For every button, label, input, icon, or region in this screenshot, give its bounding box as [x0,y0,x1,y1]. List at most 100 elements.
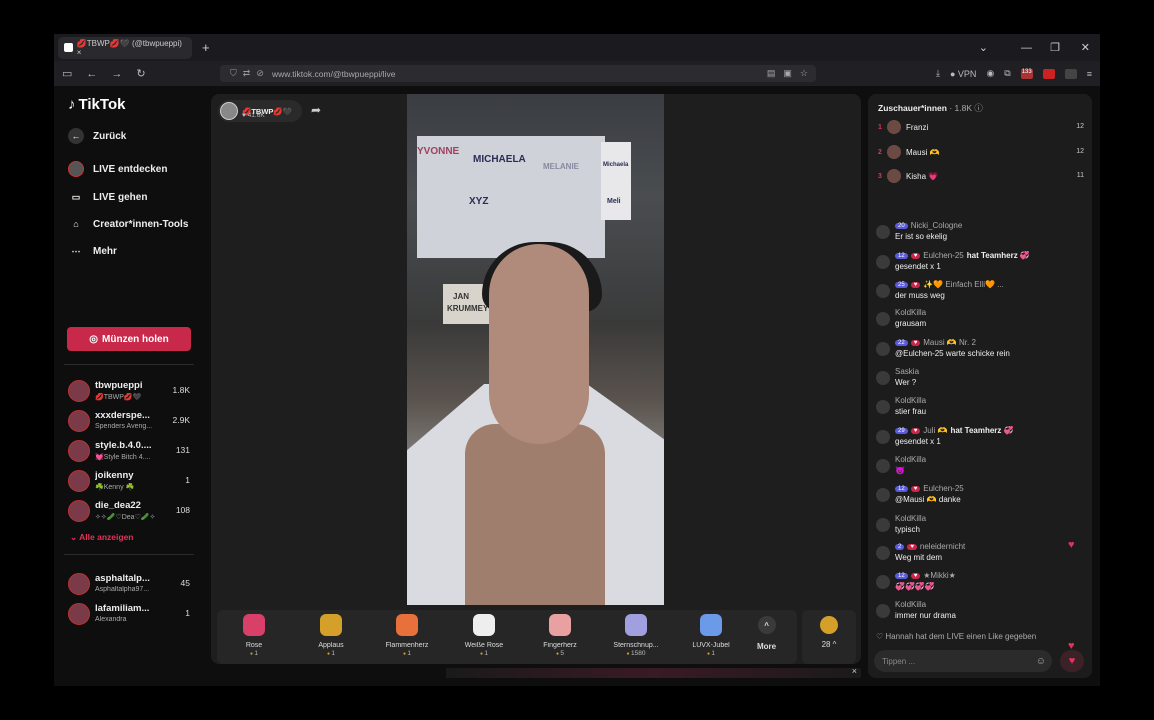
avatar[interactable] [876,575,890,589]
chat-user-line[interactable]: 12 ♥ Eulchen-25 [895,484,1085,493]
bookmark-star-icon[interactable]: ☆ [800,68,808,79]
reader-view-icon[interactable]: ▤ [767,68,776,79]
avatar [68,603,90,625]
top-viewer-item[interactable]: 1 Franzi 12 [878,120,1084,138]
gift-white-rose[interactable]: Weiße Rose 1 [453,614,515,657]
share-icon[interactable]: ➦ [311,103,321,117]
gift-bar: Rose 1 Applaus 1 Flammenherz 1 Weiße Ros… [217,610,797,664]
sidebar-item-creator-tools[interactable]: ⌂ Creator*innen-Tools [68,216,188,232]
account-sub: ☘️Kenny ☘️ [95,484,135,491]
following-account-item[interactable]: lafamiliam... Alexandra 1 [68,601,190,627]
tiktok-logo[interactable]: ♪ TikTok [68,96,125,113]
emoji-icon[interactable]: ☺ [1036,656,1046,667]
gift-shooting-star[interactable]: Sternschnup... 1580 [605,614,667,657]
live-account-item[interactable]: style.b.4.0.... 💓Style Bitch 4.... 131 [68,438,190,464]
new-tab-button[interactable]: + [202,40,210,55]
info-icon[interactable]: ⓘ [974,103,983,113]
vpn-label: VPN [957,68,977,79]
pip-icon[interactable]: ▣ [783,68,792,79]
minimize-button[interactable]: — [1021,34,1032,61]
viewer-count: 2.9K [172,415,191,425]
back-link[interactable]: ← Zurück [68,128,126,144]
avatar[interactable] [876,518,890,532]
avatar[interactable] [876,371,890,385]
avatar[interactable] [876,312,890,326]
avatar[interactable] [876,459,890,473]
get-coins-button[interactable]: ◎ Münzen holen [67,327,191,351]
flame-heart-icon [396,614,418,636]
like-button[interactable]: ♥ [1060,650,1084,672]
level-badge: 12 [895,486,908,492]
tab-list-icon[interactable]: ⌄ [979,34,988,61]
chat-user-line[interactable]: KoldKilla [895,308,1085,317]
back-arrow-icon[interactable]: ← [86,68,97,80]
chat-user-line[interactable]: KoldKilla [895,396,1085,405]
sidebar-item-more[interactable]: ⋯ Mehr [68,243,117,259]
permissions-icon[interactable]: ⇄ [243,68,251,79]
avatar[interactable] [876,488,890,502]
chat-user-line[interactable]: 20 Nicki_Cologne [895,221,1085,230]
chat-input[interactable]: Tippen ... ☺ [874,650,1052,672]
sidebar-item-live-discover[interactable]: LIVE entdecken [68,161,167,177]
chat-user-line[interactable]: 25 ♥ ✨🧡 Einfach Elli🧡 ... [895,280,1085,289]
avatar[interactable] [876,604,890,618]
close-banner-button[interactable]: × [852,666,857,676]
vpn-button[interactable]: ● VPN [950,69,976,79]
reload-icon[interactable]: ↻ [136,67,145,80]
avatar[interactable] [876,400,890,414]
gift-rose[interactable]: Rose 1 [223,614,285,657]
live-video[interactable]: YVONNE MICHAELA MELANIE XYZ Michaela Mel… [407,94,664,605]
chat-user-line[interactable]: 22 ♥ Mausi 🫶 Nr. 2 [895,338,1085,347]
tracking-icon[interactable]: ⊘ [256,68,264,79]
avatar[interactable] [876,342,890,356]
gift-flame-heart[interactable]: Flammenherz 1 [376,614,438,657]
sidebar-toggle-icon[interactable]: ▭ [62,67,72,80]
account-icon[interactable]: ◉ [986,68,994,79]
extensions-icon[interactable]: ⧉ [1004,68,1010,79]
extension-dark-icon[interactable] [1064,68,1077,79]
chat-user-line[interactable]: KoldKilla [895,600,1085,609]
chat-user-line[interactable]: KoldKilla [895,514,1085,523]
menu-icon[interactable]: ≡ [1087,69,1092,79]
maximize-button[interactable]: ❐ [1050,34,1060,61]
avatar[interactable] [876,284,890,298]
forward-arrow-icon[interactable]: → [111,68,122,80]
address-bar[interactable]: ⛉ ⇄ ⊘ www.tiktok.com/@tbwpueppi/live ▤ ▣… [220,65,816,82]
tiktok-page: ♪ TikTok ← Zurück LIVE entdecken ▭ LIVE g… [54,86,1100,686]
extension-badge-icon[interactable]: 133 [1020,68,1033,79]
avatar[interactable] [876,255,890,269]
following-account-item[interactable]: asphaltalp... Asphaltalpha97... 45 [68,571,190,597]
gift-applause[interactable]: Applaus 1 [300,614,362,657]
live-account-item[interactable]: tbwpueppi 💋TBWP💋🖤 1.8K [68,378,190,404]
top-viewer-item[interactable]: 3 Kisha 💗 11 [878,169,1084,187]
coin-balance-button[interactable]: 28 ^ [802,610,856,664]
chat-user-line[interactable]: 12 ♥ Eulchen-25 hat Teamherz 💞 [895,251,1085,260]
chat-user-line[interactable]: 12 ♥ ★Mikki★ [895,571,1085,580]
gift-luvx[interactable]: LUVX-Jubel 1 [680,614,742,657]
download-icon[interactable]: ⤓ [936,68,940,79]
chat-user-line[interactable]: KoldKilla [895,455,1085,464]
account-name: tbwpueppi [95,380,143,391]
top-viewer-item[interactable]: 2 Mausi 🫶 12 [878,145,1084,163]
close-window-button[interactable]: ✕ [1081,34,1090,61]
browser-tab[interactable]: 💋TBWP💋🖤 (@tbwpueppi) × [58,36,192,59]
live-account-item[interactable]: die_dea22 ✧✧🥒♡Dea♡🥒✧ 108 [68,498,190,524]
live-account-item[interactable]: joikenny ☘️Kenny ☘️ 1 [68,468,190,494]
avatar[interactable] [876,546,890,560]
streamer-badge[interactable]: 💋TBWP💋🖤 ♥ 41.6K [218,100,302,122]
chat-user-line[interactable]: Saskia [895,367,1085,376]
chat-user-line[interactable]: 29 ♥ Juli 🫶 hat Teamherz 💞 [895,426,1085,435]
shield-icon[interactable]: ⛉ [230,68,237,79]
avatar[interactable] [876,430,890,444]
gift-name: Fingerherz [543,642,577,649]
more-gifts-button[interactable]: ^ More [757,616,776,651]
show-all-link[interactable]: ⌄ Alle anzeigen [70,532,134,543]
gift-finger-heart[interactable]: Fingerherz 5 [529,614,591,657]
viewers-header[interactable]: Zuschauer*innen · 1.8K ⓘ [878,102,983,114]
extension-red-icon[interactable] [1042,68,1055,79]
chat-text: der muss weg [895,291,945,300]
chat-user-line[interactable]: 2 ♥ neleidernicht [895,542,1085,551]
sidebar-item-go-live[interactable]: ▭ LIVE gehen [68,189,148,205]
live-account-item[interactable]: xxxderspe... Spenders Aveng... 2.9K [68,408,190,434]
avatar[interactable] [876,225,890,239]
